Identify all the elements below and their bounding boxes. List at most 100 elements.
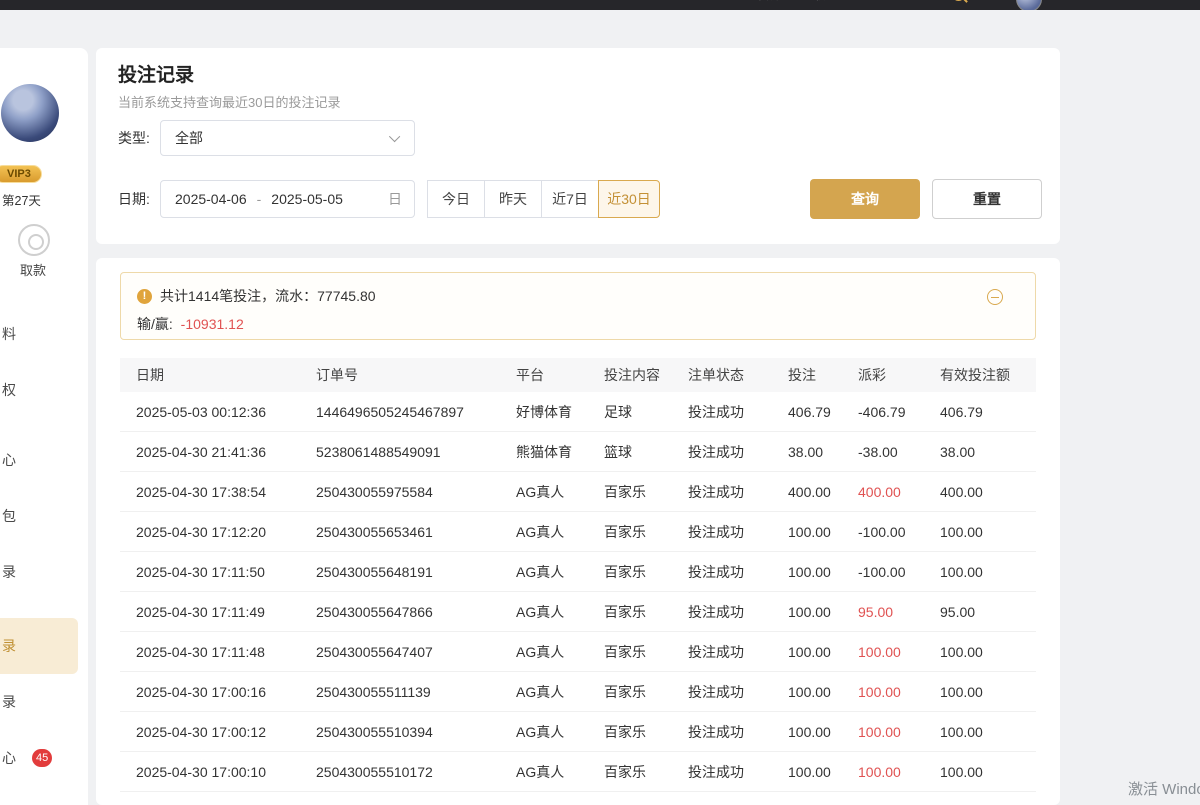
- cell-date: 2025-04-30 17:11:50: [120, 564, 300, 580]
- withdraw-label[interactable]: 取款: [20, 260, 46, 279]
- cell-order-number: 1446496505245467897: [300, 404, 500, 420]
- cell-date: 2025-04-30 17:38:54: [120, 484, 300, 500]
- date-separator: -: [257, 191, 262, 207]
- date-label: 日期:: [118, 180, 150, 218]
- table-row: 2025-04-30 17:38:54 250430055975584 AG真人…: [120, 472, 1036, 512]
- sidebar-menu-item[interactable]: 心 45: [0, 730, 78, 786]
- cell-bet-amount: 38.00: [772, 444, 842, 460]
- topbar-nav-item[interactable]: 转账: [756, 0, 784, 4]
- table-body: 2025-05-03 00:12:36 1446496505245467897 …: [120, 392, 1036, 792]
- date-range-input[interactable]: 2025-04-06 - 2025-05-05 日: [160, 180, 415, 218]
- cell-valid-bet: 100.00: [924, 644, 1036, 660]
- page-title: 投注记录: [118, 60, 194, 87]
- cell-platform: AG真人: [500, 522, 588, 542]
- cell-order-number: 250430055510172: [300, 764, 500, 780]
- cell-date: 2025-04-30 17:11:49: [120, 604, 300, 620]
- table-row: 2025-04-30 17:00:10 250430055510172 AG真人…: [120, 752, 1036, 792]
- cell-bet-amount: 100.00: [772, 524, 842, 540]
- quick-date-button[interactable]: 今日: [427, 180, 485, 218]
- results-card: ! 共计1414笔投注，流水：77745.80 输/赢: -10931.12 日…: [96, 258, 1060, 805]
- sidebar: VIP3 第27天 取款 料 权 心 包 录: [0, 48, 88, 805]
- date-end-value: 2025-05-05: [271, 191, 343, 207]
- quick-date-button[interactable]: 近30日: [598, 180, 660, 218]
- sidebar-menu-item[interactable]: 录: [0, 544, 78, 600]
- sidebar-menu-item[interactable]: 录: [0, 674, 78, 730]
- search-icon[interactable]: [952, 0, 965, 1]
- cell-platform: AG真人: [500, 682, 588, 702]
- cell-bet-content: 百家乐: [588, 602, 672, 622]
- calendar-icon: 日: [388, 189, 402, 209]
- query-button[interactable]: 查询: [810, 179, 920, 219]
- topbar-highlight-link[interactable]: 记录查询: [868, 0, 924, 4]
- cell-bet-content: 百家乐: [588, 522, 672, 542]
- sidebar-item-label: 录: [2, 636, 16, 656]
- cell-date: 2025-04-30 17:11:48: [120, 644, 300, 660]
- topbar-nav-item[interactable]: 取款: [812, 0, 840, 4]
- cell-status: 投注成功: [672, 602, 772, 622]
- cell-bet-amount: 100.00: [772, 564, 842, 580]
- cell-bet-content: 百家乐: [588, 642, 672, 662]
- reset-button[interactable]: 重置: [932, 179, 1042, 219]
- quick-date-button[interactable]: 昨天: [484, 180, 542, 218]
- cell-valid-bet: 100.00: [924, 724, 1036, 740]
- type-select[interactable]: 全部: [160, 120, 415, 156]
- cell-payout: 100.00: [842, 764, 924, 780]
- vip-badge: VIP3: [0, 165, 42, 183]
- cell-order-number: 250430055653461: [300, 524, 500, 540]
- chevron-down-icon: [389, 131, 400, 142]
- topbar-nav-items: 存款 转账 取款: [700, 0, 840, 4]
- winloss-label: 输/赢:: [137, 316, 173, 332]
- summary-box: ! 共计1414笔投注，流水：77745.80 输/赢: -10931.12: [120, 272, 1036, 340]
- sidebar-menu-item[interactable]: 心: [0, 432, 78, 488]
- cell-platform: AG真人: [500, 562, 588, 582]
- cell-date: 2025-04-30 17:00:10: [120, 764, 300, 780]
- cell-bet-amount: 100.00: [772, 684, 842, 700]
- sidebar-item-label: 录: [2, 562, 16, 582]
- cell-status: 投注成功: [672, 402, 772, 422]
- cell-valid-bet: 100.00: [924, 684, 1036, 700]
- sidebar-item-label: 心: [2, 450, 16, 470]
- cell-bet-content: 百家乐: [588, 562, 672, 582]
- table-header-row: 日期订单号平台投注内容注单状态投注派彩有效投注额: [120, 358, 1036, 392]
- cell-valid-bet: 38.00: [924, 444, 1036, 460]
- table-row: 2025-04-30 17:11:49 250430055647866 AG真人…: [120, 592, 1036, 632]
- cell-valid-bet: 406.79: [924, 404, 1036, 420]
- cell-bet-amount: 400.00: [772, 484, 842, 500]
- cell-order-number: 5238061488549091: [300, 444, 500, 460]
- cell-date: 2025-05-03 00:12:36: [120, 404, 300, 420]
- cell-order-number: 250430055647866: [300, 604, 500, 620]
- collapse-icon[interactable]: [987, 289, 1003, 305]
- sidebar-menu-item[interactable]: 料: [0, 306, 78, 362]
- cell-payout: -100.00: [842, 524, 924, 540]
- summary-total-text: 共计1414笔投注，流水：77745.80: [160, 286, 376, 306]
- withdraw-icon[interactable]: [18, 224, 50, 256]
- quick-date-button[interactable]: 近7日: [541, 180, 599, 218]
- cell-status: 投注成功: [672, 562, 772, 582]
- user-avatar[interactable]: [1, 84, 59, 142]
- sidebar-menu-item[interactable]: 权: [0, 362, 78, 418]
- cell-status: 投注成功: [672, 522, 772, 542]
- cell-payout: -406.79: [842, 404, 924, 420]
- cell-platform: 好博体育: [500, 402, 588, 422]
- cell-payout: 100.00: [842, 724, 924, 740]
- cell-date: 2025-04-30 17:00:16: [120, 684, 300, 700]
- sidebar-menu-item[interactable]: 包: [0, 488, 78, 544]
- cell-date: 2025-04-30 17:12:20: [120, 524, 300, 540]
- table-header-cell: 有效投注额: [924, 365, 1036, 385]
- cell-platform: AG真人: [500, 602, 588, 622]
- table-header-cell: 订单号: [300, 365, 500, 385]
- table-row: 2025-04-30 17:11:50 250430055648191 AG真人…: [120, 552, 1036, 592]
- type-label: 类型:: [118, 120, 150, 156]
- topbar-nav-item[interactable]: 存款: [700, 0, 728, 4]
- cell-bet-amount: 100.00: [772, 604, 842, 620]
- cell-payout: 400.00: [842, 484, 924, 500]
- sidebar-menu-item[interactable]: 录: [0, 618, 78, 674]
- cell-date: 2025-04-30 21:41:36: [120, 444, 300, 460]
- topbar-avatar[interactable]: [1016, 0, 1042, 10]
- page-subtitle: 当前系统支持查询最近30日的投注记录: [118, 92, 340, 111]
- cell-platform: AG真人: [500, 762, 588, 782]
- cell-date: 2025-04-30 17:00:12: [120, 724, 300, 740]
- cell-platform: 熊猫体育: [500, 442, 588, 462]
- cell-bet-content: 百家乐: [588, 482, 672, 502]
- cell-bet-content: 足球: [588, 402, 672, 422]
